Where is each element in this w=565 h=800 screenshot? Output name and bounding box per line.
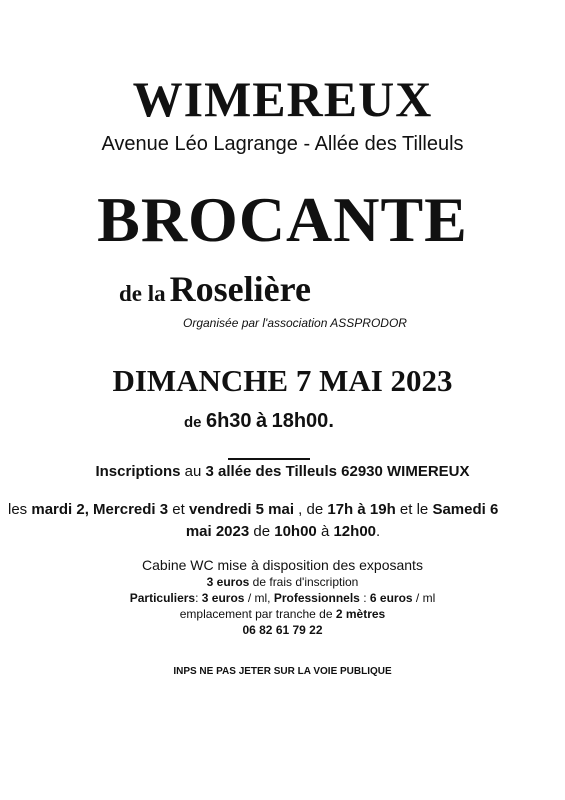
days-et: et <box>172 501 185 518</box>
inscriptions-line: Inscriptions au 3 allée des Tilleuls 629… <box>0 463 565 480</box>
days-de: de <box>253 523 271 540</box>
rates-sep2: : <box>363 591 367 605</box>
inscriptions-au: au <box>184 463 202 480</box>
pitch-size-line: emplacement par tranche de 2 mètres <box>0 607 565 621</box>
event-hours: de 6h30 à 18h00. <box>184 410 334 433</box>
inscriptions-address: 3 allée des Tilleuls 62930 WIMEREUX <box>205 463 470 480</box>
phone-number: 06 82 61 79 22 <box>242 623 323 637</box>
hours-a: à <box>256 410 268 432</box>
fees-amount: 3 euros <box>206 575 250 589</box>
poster-page: WIMEREUX Avenue Léo Lagrange - Allée des… <box>0 0 565 800</box>
registration-days: les mardi 2, Mercredi 3 et vendredi 5 ma… <box>8 499 558 543</box>
event-title: BROCANTE <box>97 184 468 255</box>
days-d1: mardi 2, Mercredi 3 <box>31 501 169 518</box>
rates-u2: / ml <box>415 591 436 605</box>
days-line2: mai 2023 de 10h00 à 12h00. <box>8 521 558 543</box>
hours-de: de <box>184 414 202 431</box>
cabine-wc-line: Cabine WC mise à disposition des exposan… <box>142 557 423 573</box>
days-t2: 10h00 <box>274 523 317 540</box>
pitch-text: emplacement par tranche de <box>179 607 333 621</box>
event-subtitle: de la Roselière <box>119 268 311 310</box>
hours-dot: . <box>328 410 334 432</box>
days-les: les <box>8 501 28 518</box>
subtitle-prefix: de la <box>119 281 166 306</box>
subtitle-name: Roselière <box>169 269 311 309</box>
rates-v2: 6 euros <box>369 591 413 605</box>
hours-start: 6h30 <box>205 410 252 432</box>
rates-sep1: : <box>195 591 202 605</box>
rates-p1: Particuliers <box>129 591 196 605</box>
days-etle: et le <box>399 501 429 518</box>
days-t3: 12h00 <box>333 523 377 540</box>
rates-u1: / ml, <box>247 591 271 605</box>
days-sep: , de <box>298 501 324 518</box>
rates-p2: Professionnels <box>273 591 360 605</box>
rates-v1: 3 euros <box>201 591 245 605</box>
hours-end: 18h00 <box>271 410 329 432</box>
pitch-size: 2 mètres <box>335 607 386 621</box>
event-date: DIMANCHE 7 MAI 2023 <box>112 363 453 398</box>
rates-line: Particuliers: 3 euros / ml, Professionne… <box>0 591 565 605</box>
town-title: WIMEREUX <box>132 71 433 127</box>
inscriptions-label: Inscriptions <box>95 463 181 480</box>
days-d3b: mai 2023 <box>185 523 250 540</box>
fees-line: 3 euros de frais d'inscription <box>0 575 565 589</box>
days-a: à <box>320 523 330 540</box>
organizer-line: Organisée par l'association ASSPRODOR <box>183 316 407 330</box>
days-d2: vendredi 5 mai <box>188 501 294 518</box>
days-t1: 17h à 19h <box>327 501 396 518</box>
street-address: Avenue Léo Lagrange - Allée des Tilleuls <box>101 133 464 155</box>
days-d3: Samedi 6 <box>432 501 499 518</box>
days-end: . <box>376 523 381 540</box>
divider-rule <box>228 458 310 460</box>
print-notice: INPS NE PAS JETER SUR LA VOIE PUBLIQUE <box>173 666 392 677</box>
fees-text: de frais d'inscription <box>252 575 359 589</box>
